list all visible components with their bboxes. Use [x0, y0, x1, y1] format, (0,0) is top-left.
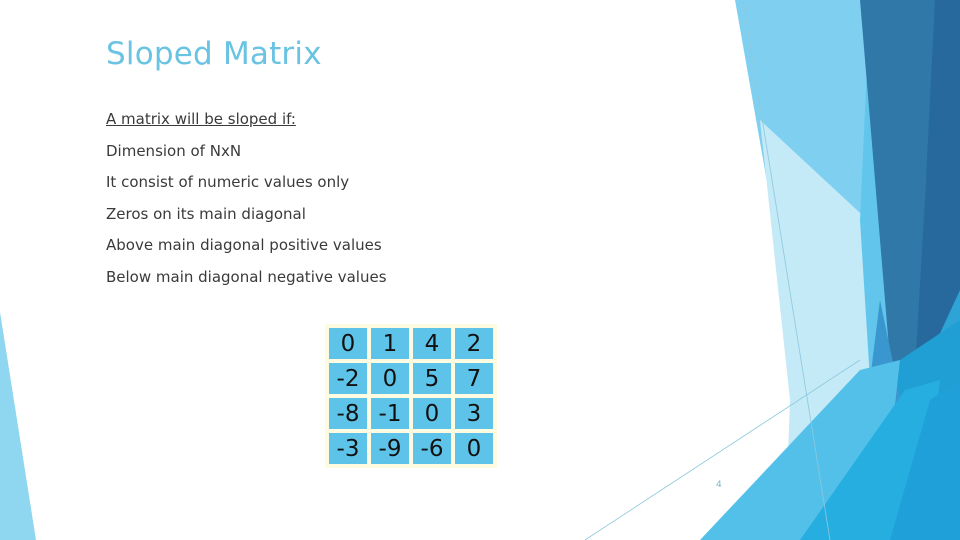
matrix-cell: -8 [329, 398, 367, 429]
matrix-cell: 7 [455, 363, 493, 394]
matrix-cell: 3 [455, 398, 493, 429]
matrix-cell: 0 [413, 398, 451, 429]
bullet-item: Zeros on its main diagonal [106, 204, 306, 223]
bullet-heading: A matrix will be sloped if: [106, 110, 296, 128]
matrix-row: 0 1 4 2 [329, 328, 493, 359]
matrix-cell: -1 [371, 398, 409, 429]
matrix-cell: 4 [413, 328, 451, 359]
matrix-cell: 0 [329, 328, 367, 359]
bullet-item: It consist of numeric values only [106, 173, 350, 191]
bullet-list: A matrix will be sloped if: Dimension of… [106, 108, 387, 297]
matrix-cell: -3 [329, 433, 367, 464]
matrix-cell: 2 [455, 328, 493, 359]
matrix-row: -8 -1 0 3 [329, 398, 493, 429]
matrix-cell: 0 [371, 363, 409, 394]
matrix-cell: 1 [371, 328, 409, 359]
matrix-row: -2 0 5 7 [329, 363, 493, 394]
matrix-row: -3 -9 -6 0 [329, 433, 493, 464]
page-number: 4 [716, 480, 722, 490]
bullet-item: Above main diagonal positive values [106, 236, 382, 254]
matrix-cell: -6 [413, 433, 451, 464]
bullet-item: Below main diagonal negative values [106, 267, 387, 286]
bullet-item: Dimension of NxN [106, 141, 242, 160]
matrix-cell: -9 [371, 433, 409, 464]
sloped-matrix-table: 0 1 4 2 -2 0 5 7 -8 -1 0 3 -3 -9 -6 0 [325, 324, 497, 468]
matrix-cell: 0 [455, 433, 493, 464]
matrix-cell: 5 [413, 363, 451, 394]
left-facet [0, 312, 36, 540]
slide-title: Sloped Matrix [106, 36, 322, 72]
matrix-cell: -2 [329, 363, 367, 394]
